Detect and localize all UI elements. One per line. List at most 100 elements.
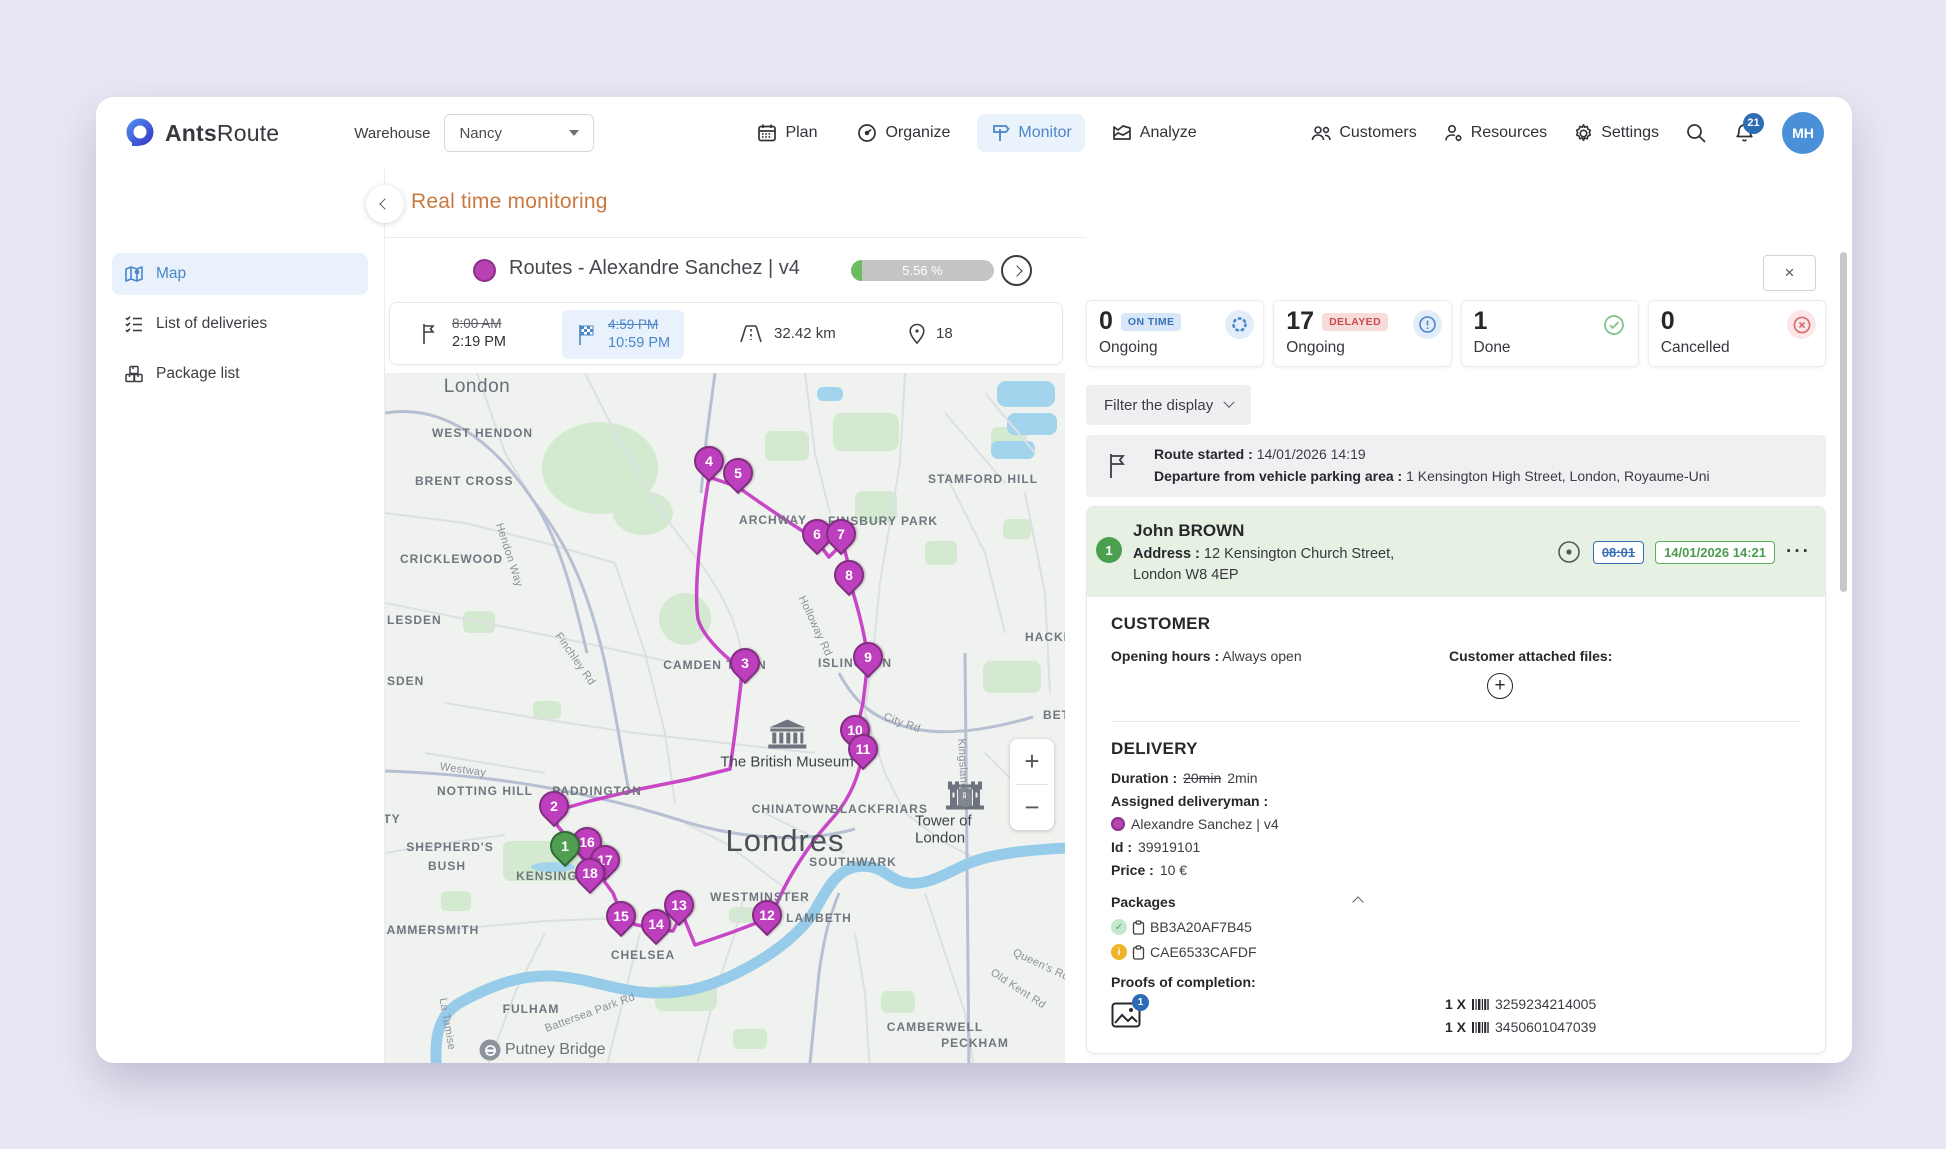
stop-detail-card: 1 John BROWN Address : 12 Kensington Chu… xyxy=(1086,506,1826,1054)
check-circle-icon xyxy=(1600,310,1629,339)
delayed-badge: DELAYED xyxy=(1322,313,1388,331)
signpost-icon xyxy=(990,123,1010,143)
distance-group: 32.42 km xyxy=(738,303,836,364)
search-button[interactable] xyxy=(1685,122,1707,144)
main-area: Real time monitoring + Routes - Alexandr… xyxy=(385,169,1852,1063)
nav-customers[interactable]: Customers xyxy=(1311,123,1416,143)
stats-row: 0 ON TIME Ongoing 17 DELAYED Ong xyxy=(1086,300,1826,367)
chevron-right-icon xyxy=(1011,265,1022,276)
boxes-icon xyxy=(124,364,144,384)
map-canvas[interactable]: The British Museum Tower of xyxy=(385,373,1065,1063)
collapse-packages-button[interactable] xyxy=(1352,896,1363,907)
route-start-datetime: 14/01/2026 14:19 xyxy=(1257,446,1366,462)
stop-header[interactable]: 1 John BROWN Address : 12 Kensington Chu… xyxy=(1087,507,1825,597)
actual-start-time: 2:19 PM xyxy=(452,333,506,351)
stat-card-delayed: 17 DELAYED Ongoing xyxy=(1273,300,1451,367)
pin-icon xyxy=(908,323,926,345)
planned-stop-time-chip: 08:01 xyxy=(1593,541,1644,564)
target-icon[interactable] xyxy=(1556,539,1582,565)
progress-percent: 5.56 % xyxy=(851,260,994,281)
package-done-icon: ✓ xyxy=(1111,919,1127,935)
chevron-down-icon xyxy=(1224,397,1235,408)
estimated-end-time: 10:59 PM xyxy=(608,334,670,352)
customers-icon xyxy=(1311,123,1332,143)
nav-analyze[interactable]: Analyze xyxy=(1099,114,1210,152)
delivery-price: Price : 10 € xyxy=(1111,862,1801,878)
brand-name: AntsRoute xyxy=(165,120,279,147)
delivery-section-heading: DELIVERY xyxy=(1111,739,1801,759)
proof-photo-thumbnail[interactable]: 1 xyxy=(1111,1002,1145,1032)
warehouse-select[interactable]: Nancy xyxy=(444,114,594,152)
route-stop-count: 18 xyxy=(936,325,953,342)
route-color-dot xyxy=(473,259,496,282)
zoom-out-button[interactable]: − xyxy=(1010,785,1054,830)
info-icon[interactable] xyxy=(1413,310,1442,339)
package-code: BB3A20AF7B45 xyxy=(1150,919,1252,935)
done-count: 1 xyxy=(1474,309,1488,334)
spinner-icon xyxy=(1225,310,1254,339)
stat-card-cancelled: 0 Cancelled xyxy=(1648,300,1826,367)
panel-scrollbar[interactable] xyxy=(1840,252,1847,592)
route-header-row: Routes - Alexandre Sanchez | v4 5.56 % xyxy=(385,238,1086,302)
route-progress-bar: 5.56 % xyxy=(851,260,994,281)
attached-files-label: Customer attached files: xyxy=(1449,648,1801,664)
antsroute-logo-icon xyxy=(124,117,156,149)
sidebar-item-map[interactable]: Map xyxy=(112,253,368,295)
stop-number-badge: 1 xyxy=(1096,537,1122,563)
customer-section-heading: CUSTOMER xyxy=(1111,614,1801,634)
ontime-count: 0 xyxy=(1099,309,1113,334)
add-file-button[interactable]: + xyxy=(1487,673,1513,699)
package-pending-icon: i xyxy=(1111,944,1127,960)
delivery-id: Id : 39919101 xyxy=(1111,839,1801,855)
calendar-icon xyxy=(757,123,777,143)
opening-hours: Opening hours : Always open xyxy=(1111,648,1449,699)
avatar[interactable]: MH xyxy=(1782,112,1824,154)
notifications-button[interactable]: 21 xyxy=(1733,122,1756,145)
nav-settings[interactable]: Settings xyxy=(1573,123,1659,144)
end-time-group: 4:59 PM 10:59 PM xyxy=(562,310,684,359)
proof-barcode-value: 3259234214005 xyxy=(1495,996,1596,1012)
chevron-down-icon xyxy=(569,130,579,136)
package-row: ✓ BB3A20AF7B45 xyxy=(1111,919,1801,935)
stops-group: 18 xyxy=(908,303,953,364)
map-zoom-control: + − xyxy=(1010,739,1054,830)
more-menu-button[interactable]: ··· xyxy=(1786,547,1811,557)
nav-plan[interactable]: Plan xyxy=(744,114,830,152)
packages-label: Packages xyxy=(1111,894,1176,910)
back-button[interactable] xyxy=(366,185,404,223)
chevron-left-icon xyxy=(379,198,390,209)
zoom-in-button[interactable]: + xyxy=(1010,739,1054,784)
warehouse-value: Nancy xyxy=(459,125,502,142)
filter-display-button[interactable]: Filter the display xyxy=(1086,385,1251,425)
deliveryman-label-line: Assigned deliveryman : xyxy=(1111,793,1801,809)
search-icon xyxy=(1685,122,1707,144)
notification-badge: 21 xyxy=(1743,113,1764,134)
route-times-card: 8:00 AM 2:19 PM xyxy=(389,302,1063,365)
cancelled-count: 0 xyxy=(1661,309,1675,334)
start-time-group: 8:00 AM 2:19 PM xyxy=(420,303,506,364)
stat-card-done: 1 Done xyxy=(1461,300,1639,367)
sidebar: Map List of deliveries Package list xyxy=(96,169,385,1063)
nav-resources[interactable]: Resources xyxy=(1443,123,1547,143)
route-next-button[interactable] xyxy=(1001,255,1032,286)
customer-address-line2: London W8 4EP xyxy=(1133,567,1239,583)
delayed-count: 17 xyxy=(1286,309,1314,334)
stat-card-ontime: 0 ON TIME Ongoing xyxy=(1086,300,1264,367)
sidebar-item-packages[interactable]: Package list xyxy=(112,353,368,395)
sidebar-item-deliveries[interactable]: List of deliveries xyxy=(112,303,368,345)
planned-end-time: 4:59 PM xyxy=(608,317,670,334)
page-title: Real time monitoring xyxy=(411,190,608,214)
nav-monitor[interactable]: Monitor xyxy=(977,114,1084,152)
chart-icon xyxy=(1112,123,1132,143)
nav-organize[interactable]: Organize xyxy=(844,114,963,152)
close-panel-button[interactable]: × xyxy=(1763,255,1816,291)
brand-logo[interactable]: AntsRoute xyxy=(124,117,279,149)
center-column: Routes - Alexandre Sanchez | v4 5.56 % 8… xyxy=(385,238,1086,1063)
planned-start-time: 8:00 AM xyxy=(452,316,506,333)
customer-address-line1: 12 Kensington Church Street, xyxy=(1204,546,1394,562)
navbar: AntsRoute Warehouse Nancy Plan Organize xyxy=(96,97,1852,169)
deliveryman-name: Alexandre Sanchez | v4 xyxy=(1131,816,1279,832)
package-row: i CAE6533CAFDF xyxy=(1111,944,1801,960)
proof-item: 1 X 3259234214005 xyxy=(1445,996,1596,1012)
delivery-duration: Duration : 20min 2min xyxy=(1111,770,1801,786)
